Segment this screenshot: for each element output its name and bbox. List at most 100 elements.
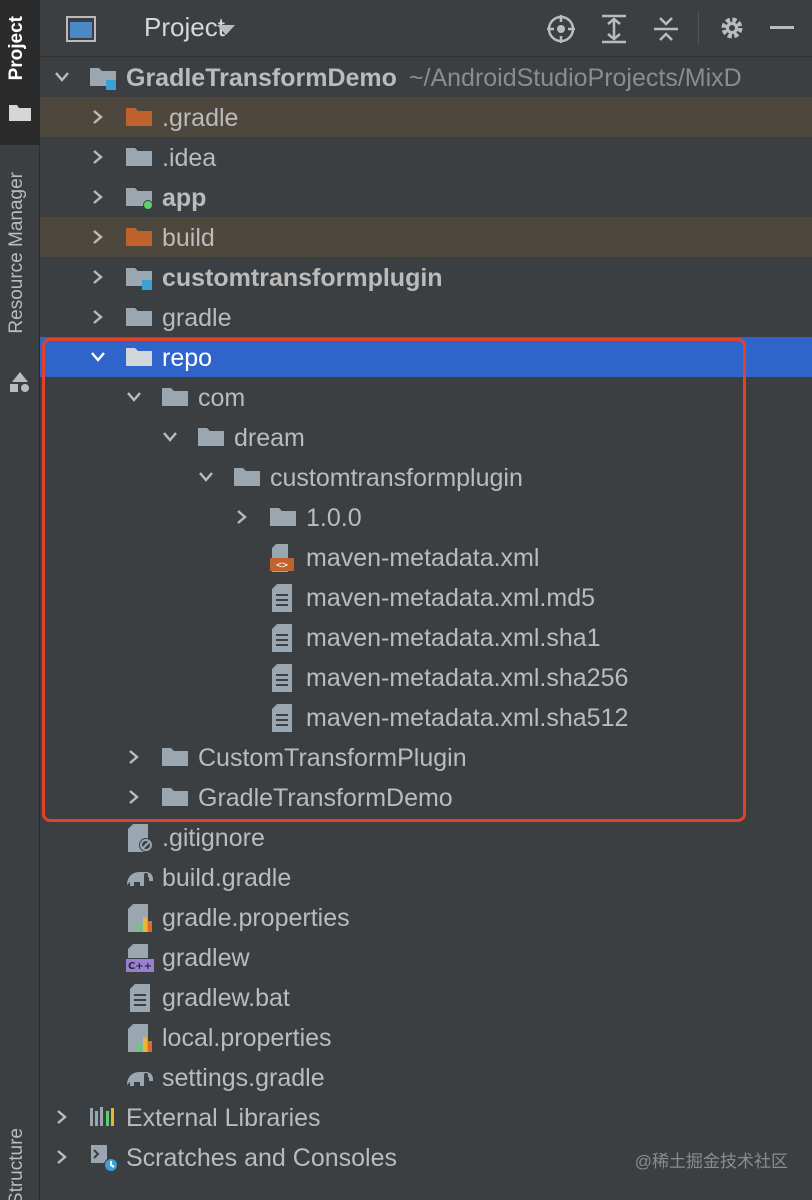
- root-name: GradleTransformDemo: [126, 64, 397, 92]
- tree-label: maven-metadata.xml.sha512: [306, 704, 629, 732]
- tree-row-gradlew[interactable]: C++ gradlew: [40, 937, 812, 977]
- tree-row-gradle-properties[interactable]: gradle.properties: [40, 897, 812, 937]
- folder-icon: [270, 508, 296, 526]
- collapse-all-icon[interactable]: [652, 14, 680, 44]
- tree-row-local-properties[interactable]: local.properties: [40, 1017, 812, 1057]
- tree-row-maven-metadata-md5[interactable]: maven-metadata.xml.md5: [40, 577, 812, 617]
- folder-icon: [9, 105, 31, 121]
- structure-tool-tab[interactable]: Structure: [0, 1110, 39, 1200]
- gradle-elephant-icon: [127, 872, 153, 886]
- properties-file-icon: [128, 904, 152, 932]
- tree-label: gradle.properties: [162, 904, 350, 932]
- expand-all-icon[interactable]: [600, 14, 628, 44]
- project-tool-tab[interactable]: Project: [0, 0, 39, 145]
- chevron-down-icon[interactable]: [162, 429, 178, 445]
- folder-icon: [234, 468, 260, 486]
- tree-row-gitignore[interactable]: .gitignore: [40, 817, 812, 857]
- chevron-right-icon[interactable]: [90, 269, 106, 285]
- tree-row-com[interactable]: com: [40, 377, 812, 417]
- chevron-right-icon[interactable]: [54, 1149, 70, 1165]
- scratches-icon: [91, 1145, 118, 1172]
- ignore-file-icon: [128, 824, 153, 852]
- tree-label: maven-metadata.xml: [306, 544, 540, 572]
- excluded-folder-icon: [126, 108, 152, 126]
- chevron-right-icon[interactable]: [90, 309, 106, 325]
- tree-label: maven-metadata.xml.sha256: [306, 664, 629, 692]
- tree-label: dream: [234, 424, 305, 452]
- project-view-icon[interactable]: [66, 16, 96, 42]
- text-file-icon: [272, 704, 292, 732]
- resource-manager-icon: [10, 372, 29, 392]
- tree-label: settings.gradle: [162, 1064, 325, 1092]
- tree-row-gradle-dir[interactable]: .gradle: [40, 97, 812, 137]
- chevron-right-icon[interactable]: [90, 229, 106, 245]
- chevron-right-icon[interactable]: [90, 109, 106, 125]
- chevron-right-icon[interactable]: [126, 749, 142, 765]
- folder-icon: [198, 428, 224, 446]
- chevron-right-icon[interactable]: [126, 789, 142, 805]
- tree-row-customtransformplugin[interactable]: customtransformplugin: [40, 257, 812, 297]
- settings-gear-icon[interactable]: [718, 14, 746, 42]
- tree-label: External Libraries: [126, 1104, 321, 1132]
- locate-icon[interactable]: [546, 14, 576, 44]
- tree-row-version-1-0-0[interactable]: 1.0.0: [40, 497, 812, 537]
- tree-row-app[interactable]: app: [40, 177, 812, 217]
- tree-label: maven-metadata.xml.sha1: [306, 624, 601, 652]
- library-icon: [90, 1107, 114, 1126]
- text-file-icon: [272, 664, 292, 692]
- minimize-icon[interactable]: [770, 26, 794, 30]
- tree-row-repo[interactable]: repo: [40, 337, 812, 377]
- tree-row-root[interactable]: GradleTransformDemo ~/AndroidStudioProjec…: [40, 57, 812, 97]
- chevron-right-icon[interactable]: [234, 509, 250, 525]
- tree-row-maven-metadata-sha1[interactable]: maven-metadata.xml.sha1: [40, 617, 812, 657]
- dropdown-arrow-icon[interactable]: [216, 24, 236, 36]
- tree-row-build[interactable]: build: [40, 217, 812, 257]
- folder-icon: [126, 148, 152, 166]
- tree-row-settings-gradle[interactable]: settings.gradle: [40, 1057, 812, 1097]
- tree-row-custom-transform-plugin-dir[interactable]: CustomTransformPlugin: [40, 737, 812, 777]
- tree-row-dream[interactable]: dream: [40, 417, 812, 457]
- tree-label: gradlew: [162, 944, 250, 972]
- project-tool-tab-label: Project: [6, 16, 27, 81]
- tree-label: maven-metadata.xml.md5: [306, 584, 596, 612]
- header-divider: [698, 12, 699, 44]
- tree-row-maven-metadata-xml[interactable]: <> maven-metadata.xml: [40, 537, 812, 577]
- tree-label: customtransformplugin: [162, 264, 443, 292]
- gradle-elephant-icon: [127, 1072, 153, 1086]
- chevron-down-icon[interactable]: [198, 469, 214, 485]
- svg-text:C++: C++: [128, 961, 152, 972]
- text-file-icon: [272, 624, 292, 652]
- left-tool-strip: Project Resource Manager Structure: [0, 0, 40, 1200]
- tree-row-idea[interactable]: .idea: [40, 137, 812, 177]
- tree-label: customtransformplugin: [270, 464, 523, 492]
- tree-row-customtransformplugin-pkg[interactable]: customtransformplugin: [40, 457, 812, 497]
- tree-row-maven-metadata-sha512[interactable]: maven-metadata.xml.sha512: [40, 697, 812, 737]
- tree-label: local.properties: [162, 1024, 332, 1052]
- tree-row-build-gradle[interactable]: build.gradle: [40, 857, 812, 897]
- tree-root-label: GradleTransformDemo ~/AndroidStudioProjec…: [126, 64, 742, 93]
- tree-label: CustomTransformPlugin: [198, 744, 467, 772]
- tree-row-gradlew-bat[interactable]: gradlew.bat: [40, 977, 812, 1017]
- chevron-down-icon[interactable]: [126, 389, 142, 405]
- tree-label: build.gradle: [162, 864, 292, 892]
- tree-row-gradle-folder[interactable]: gradle: [40, 297, 812, 337]
- chevron-right-icon[interactable]: [54, 1109, 70, 1125]
- project-panel-header: Project: [40, 0, 812, 57]
- tree-label: GradleTransformDemo: [198, 784, 453, 812]
- tree-label: 1.0.0: [306, 504, 362, 532]
- tree-row-gradle-transform-demo-dir[interactable]: GradleTransformDemo: [40, 777, 812, 817]
- tree-label: gradle: [162, 304, 232, 332]
- resource-manager-tool-tab[interactable]: Resource Manager: [0, 160, 39, 400]
- chevron-right-icon[interactable]: [90, 189, 106, 205]
- chevron-right-icon[interactable]: [90, 149, 106, 165]
- folder-icon: [162, 788, 188, 806]
- tree-label: gradlew.bat: [162, 984, 290, 1012]
- chevron-down-icon[interactable]: [90, 349, 106, 365]
- tree-row-external-libraries[interactable]: External Libraries: [40, 1097, 812, 1137]
- tree-label: Scratches and Consoles: [126, 1144, 397, 1172]
- tree-row-maven-metadata-sha256[interactable]: maven-metadata.xml.sha256: [40, 657, 812, 697]
- panel-title[interactable]: Project: [144, 12, 225, 43]
- tree-label: com: [198, 384, 246, 412]
- chevron-down-icon[interactable]: [54, 69, 70, 85]
- svg-text:<>: <>: [276, 560, 288, 571]
